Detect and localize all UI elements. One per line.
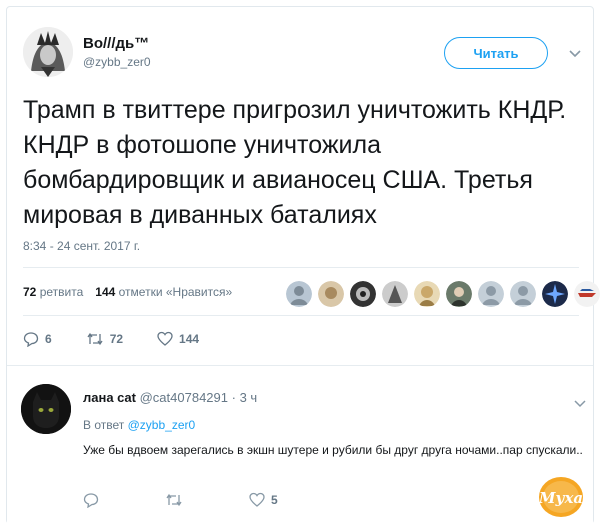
like-count: 5 <box>271 493 278 507</box>
liker-avatar[interactable] <box>510 281 536 307</box>
likes-stat[interactable]: 144 отметки «Нравится» <box>95 285 232 299</box>
svg-text:Муха: Муха <box>538 489 583 507</box>
watermark-logo: Муха <box>538 476 584 518</box>
tweet-timestamp[interactable]: 8:34 - 24 сент. 2017 г. <box>23 239 140 253</box>
retweet-button[interactable] <box>165 492 189 508</box>
divider <box>23 267 579 268</box>
retweets-stat[interactable]: 72 ретвита <box>23 285 83 299</box>
liker-avatar[interactable] <box>414 281 440 307</box>
divider <box>23 315 579 316</box>
liker-avatar[interactable] <box>446 281 472 307</box>
liker-avatar[interactable] <box>478 281 504 307</box>
follow-button[interactable]: Читать <box>444 37 548 69</box>
display-name[interactable]: лана cat <box>83 390 136 405</box>
liker-avatar[interactable] <box>542 281 568 307</box>
liker-avatar[interactable] <box>318 281 344 307</box>
chevron-down-icon[interactable] <box>567 45 583 61</box>
tweet-text: Трамп в твиттере пригрозил уничтожить КН… <box>23 96 567 229</box>
reply-button[interactable] <box>83 492 105 508</box>
like-button[interactable]: 144 <box>157 331 199 347</box>
tweet-card: Во///дь™ @zybb_zer0 Читать Трамп в твитт… <box>6 6 600 524</box>
reply-to-handle-link[interactable]: @zybb_zer0 <box>128 418 196 432</box>
tweet-actions: 6 72 144 <box>23 331 233 347</box>
reply-icon <box>83 492 99 508</box>
reply-to-line: В ответ @zybb_zer0 <box>83 418 195 432</box>
liker-avatars <box>286 281 600 307</box>
dot-separator: · <box>231 390 236 405</box>
user-handle[interactable]: @zybb_zer0 <box>83 55 151 69</box>
retweets-label: ретвита <box>39 285 84 299</box>
reply-to-prefix: В ответ <box>83 418 125 432</box>
likes-count: 144 <box>95 285 116 299</box>
chevron-down-icon[interactable] <box>573 396 587 410</box>
liker-avatar[interactable] <box>574 281 600 307</box>
reply-button[interactable]: 6 <box>23 331 52 347</box>
reply-time[interactable]: 3 ч <box>240 390 258 405</box>
avatar[interactable] <box>23 27 73 77</box>
liker-avatar[interactable] <box>350 281 376 307</box>
like-button[interactable]: 5 <box>249 492 278 508</box>
like-count: 144 <box>179 332 200 346</box>
tweet-stats: 72 ретвита 144 отметки «Нравится» <box>23 285 232 299</box>
retweet-count: 72 <box>109 332 124 346</box>
retweet-icon <box>86 331 104 347</box>
reply-header: лана cat @cat40784291 · 3 ч <box>83 390 257 405</box>
retweets-count: 72 <box>23 285 37 299</box>
display-name[interactable]: Во///дь™ <box>83 35 149 52</box>
main-tweet: Во///дь™ @zybb_zer0 Читать Трамп в твитт… <box>7 7 600 365</box>
heart-icon <box>157 331 173 347</box>
reply-actions: 5 <box>83 492 338 508</box>
user-handle[interactable]: @cat40784291 <box>140 390 228 405</box>
retweet-button[interactable]: 72 <box>86 331 123 347</box>
reply-icon <box>23 331 39 347</box>
reply-text: Уже бы вдвоем зарегались в экшн шутере и… <box>83 443 583 457</box>
liker-avatar[interactable] <box>382 281 408 307</box>
avatar[interactable] <box>21 384 71 434</box>
heart-icon <box>249 492 265 508</box>
reply-tweet: лана cat @cat40784291 · 3 ч В ответ @zyb… <box>7 366 593 524</box>
reply-count: 6 <box>45 332 52 346</box>
likes-label: отметки «Нравится» <box>118 285 233 299</box>
retweet-icon <box>165 492 183 508</box>
liker-avatar[interactable] <box>286 281 312 307</box>
